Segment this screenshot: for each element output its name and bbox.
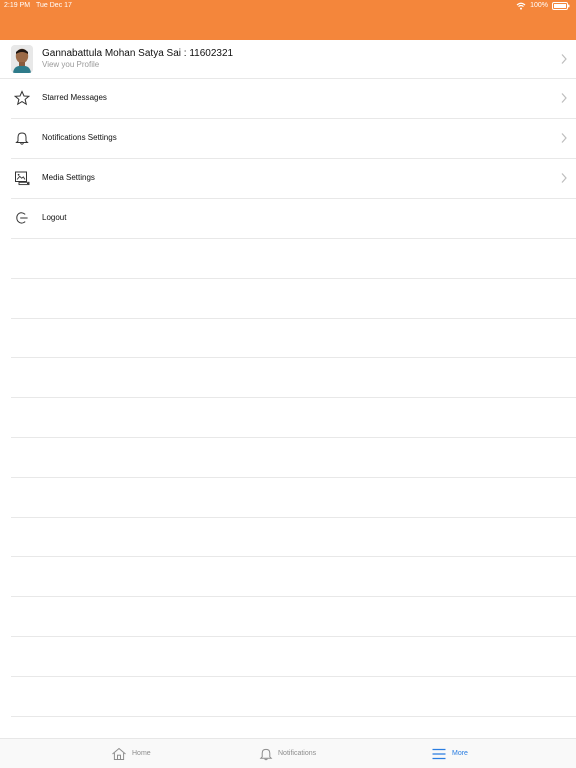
tab-bar: Home Notifications More <box>0 738 576 768</box>
chevron-right-icon <box>561 54 567 64</box>
empty-list-row <box>11 597 576 637</box>
menu-item-label: Media Settings <box>42 173 95 182</box>
bell-icon <box>259 748 273 761</box>
empty-list-row <box>11 239 576 279</box>
star-icon <box>14 90 30 106</box>
menu-item-notifications-settings[interactable]: Notifications Settings <box>11 119 576 159</box>
profile-subtitle: View you Profile <box>42 60 100 69</box>
bell-icon <box>15 132 29 145</box>
empty-list-row <box>11 677 576 717</box>
tab-more[interactable]: More <box>431 746 468 762</box>
empty-list-row <box>11 358 576 399</box>
empty-list-row <box>11 438 576 478</box>
empty-list-row <box>11 478 576 518</box>
settings-list: Gannabattula Mohan Satya Sai : 11602321 … <box>0 40 576 717</box>
media-icon <box>15 171 30 186</box>
battery-icon <box>552 2 570 10</box>
status-date: Tue Dec 17 <box>36 2 72 9</box>
battery-percentage: 100% <box>530 2 548 9</box>
chevron-right-icon <box>561 93 567 103</box>
menu-item-starred-messages[interactable]: Starred Messages <box>11 79 576 119</box>
empty-list-row <box>11 319 576 359</box>
chevron-right-icon <box>561 173 567 183</box>
profile-name: Gannabattula Mohan Satya Sai : 11602321 <box>42 48 234 59</box>
logout-icon <box>16 212 28 224</box>
avatar <box>11 45 33 73</box>
tab-notifications-label: Notifications <box>278 750 317 757</box>
tab-more-label: More <box>452 750 468 757</box>
status-time: 2:19 PM <box>4 2 31 9</box>
empty-list-row <box>11 279 576 319</box>
empty-list-row <box>11 637 576 677</box>
home-icon <box>112 747 126 760</box>
tab-notifications[interactable]: Notifications <box>259 746 316 762</box>
header-bar: 2:19 PM Tue Dec 17 100% <box>0 0 576 40</box>
empty-list-row <box>11 398 576 438</box>
menu-icon <box>432 748 446 760</box>
profile-row[interactable]: Gannabattula Mohan Satya Sai : 11602321 … <box>0 40 576 79</box>
empty-list-row <box>11 557 576 598</box>
menu-item-media-settings[interactable]: Media Settings <box>11 159 576 199</box>
menu-item-logout[interactable]: Logout <box>11 199 576 239</box>
menu-item-label: Logout <box>42 213 67 222</box>
empty-list-row <box>11 518 576 558</box>
tab-home[interactable]: Home <box>111 746 151 762</box>
status-indicators: 100% <box>516 1 570 11</box>
menu-item-label: Notifications Settings <box>42 133 117 142</box>
menu-item-label: Starred Messages <box>42 93 107 102</box>
wifi-icon <box>516 2 526 10</box>
chevron-right-icon <box>561 133 567 143</box>
tab-home-label: Home <box>132 750 151 757</box>
